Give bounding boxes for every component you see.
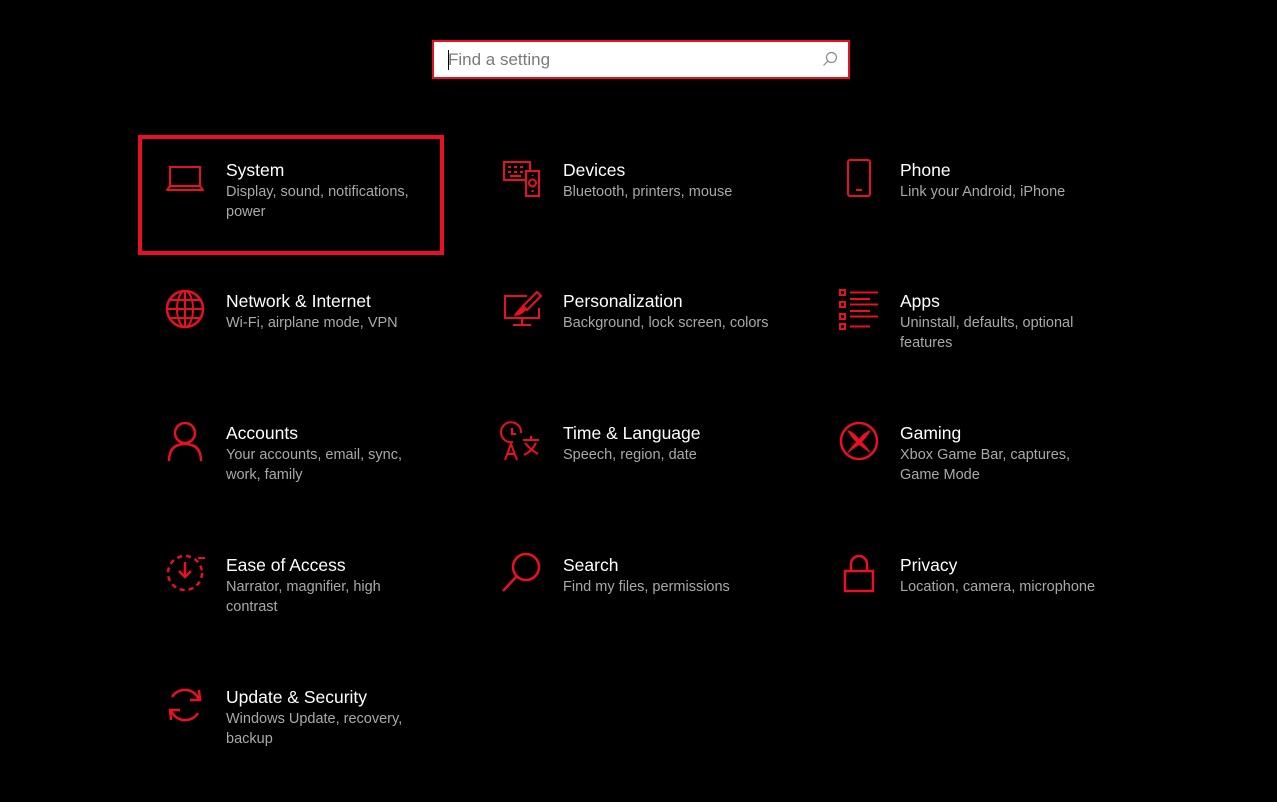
tile-description: Windows Update, recovery, backup [226,711,403,747]
tile-description: Uninstall, defaults, optional features [900,315,1074,351]
tile-search[interactable]: Search Find my files, permissions [475,530,781,650]
tile-update-security[interactable]: Update & Security Windows Update, recove… [138,662,444,782]
tile-title: Phone [900,160,951,180]
tile-title: Accounts [226,423,298,443]
tile-personalization[interactable]: Personalization Background, lock screen,… [475,266,781,386]
search-icon [502,552,541,592]
time-language-icon [500,421,539,461]
tile-description: Narrator, magnifier, high contrast [226,579,381,615]
tile-description: Link your Android, iPhone [900,184,1066,200]
tile-title: Network & Internet [226,291,371,311]
tile-title: Time & Language [563,423,701,443]
tile-description: Display, sound, notifications, power [226,184,409,220]
tile-system[interactable]: System Display, sound, notifications, po… [138,135,444,255]
laptop-icon [166,166,204,191]
lock-icon [843,554,875,593]
search-box[interactable] [432,40,850,79]
tile-description: Bluetooth, printers, mouse [563,184,733,200]
tile-phone[interactable]: Phone Link your Android, iPhone [812,135,1118,255]
sync-icon [168,688,202,722]
tile-title: Update & Security [226,687,368,707]
devices-icon [503,161,540,197]
tile-title: Ease of Access [226,555,346,575]
globe-icon [165,289,205,329]
tile-title: System [226,160,285,180]
person-icon [167,421,203,462]
tile-network-internet[interactable]: Network & Internet Wi-Fi, airplane mode,… [138,266,444,386]
paint-icon [504,291,542,326]
tile-description: Wi-Fi, airplane mode, VPN [226,315,398,331]
ease-of-access-icon [166,554,205,592]
tile-ease-of-access[interactable]: Ease of Access Narrator, magnifier, high… [138,530,444,650]
tile-title: Search [563,555,619,575]
tile-title: Devices [563,160,626,180]
tile-gaming[interactable]: Gaming Xbox Game Bar, captures, Game Mod… [812,398,1118,518]
text-caret [448,50,449,70]
settings-home: System Display, sound, notifications, po… [0,0,1277,802]
search-input[interactable] [434,42,828,77]
apps-list-icon [839,289,878,330]
tile-apps[interactable]: Apps Uninstall, defaults, optional featu… [812,266,1118,386]
tile-description: Xbox Game Bar, captures, Game Mode [900,447,1071,483]
tile-description: Your accounts, email, sync, work, family [226,447,402,483]
tile-description: Location, camera, microphone [900,579,1096,595]
tile-description: Find my files, permissions [563,579,730,595]
tile-accounts[interactable]: Accounts Your accounts, email, sync, wor… [138,398,444,518]
tile-privacy[interactable]: Privacy Location, camera, microphone [812,530,1118,650]
tile-title: Apps [900,291,940,311]
search-magnifier-icon[interactable] [822,51,838,67]
phone-icon [847,159,871,197]
tile-title: Privacy [900,555,958,575]
tile-title: Gaming [900,423,962,443]
tile-title: Personalization [563,291,683,311]
tile-devices[interactable]: Devices Bluetooth, printers, mouse [475,135,781,255]
tile-time-language[interactable]: Time & Language Speech, region, date [475,398,781,518]
tile-description: Speech, region, date [563,447,697,463]
xbox-icon [839,421,879,461]
tile-description: Background, lock screen, colors [563,315,769,331]
